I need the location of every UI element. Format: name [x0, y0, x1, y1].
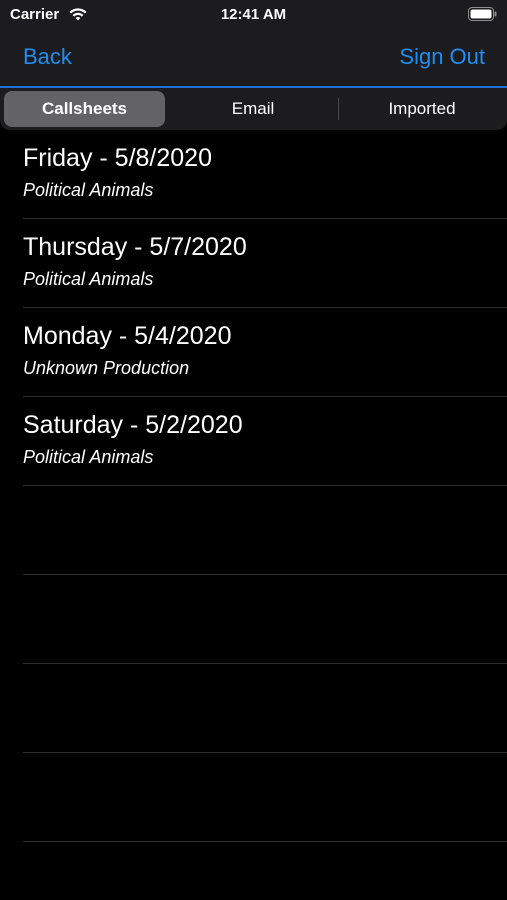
status-bar: Carrier 12:41 AM [0, 0, 507, 30]
battery-icon [468, 7, 497, 21]
row-separator [23, 841, 507, 842]
navigation-bar: Back Sign Out [0, 30, 507, 86]
production-name: Unknown Production [23, 358, 190, 378]
empty-row [0, 575, 507, 664]
list-item[interactable]: Monday - 5/4/2020 Unknown Production [0, 308, 507, 397]
empty-row [0, 753, 507, 842]
list-item[interactable]: Thursday - 5/7/2020 Political Animals [0, 219, 507, 308]
production-name: Political Animals [23, 447, 154, 467]
sign-out-button[interactable]: Sign Out [399, 44, 485, 70]
callsheet-date: Friday - 5/8/2020 [23, 144, 212, 172]
empty-row [0, 664, 507, 753]
production-name: Political Animals [23, 269, 154, 289]
callsheet-date: Thursday - 5/7/2020 [23, 233, 247, 261]
clock: 12:41 AM [220, 6, 287, 23]
callsheets-screen: Carrier 12:41 AM Back Sign Out Callsheet… [0, 0, 507, 900]
segment-imported[interactable]: Imported [340, 91, 504, 127]
list-item[interactable]: Saturday - 5/2/2020 Political Animals [0, 397, 507, 486]
back-button[interactable]: Back [23, 44, 72, 70]
callsheet-list: Friday - 5/8/2020 Political Animals Thur… [0, 130, 507, 842]
production-name: Political Animals [23, 180, 154, 200]
segment-email[interactable]: Email [170, 91, 336, 127]
list-item[interactable]: Friday - 5/8/2020 Political Animals [0, 130, 507, 219]
callsheet-date: Monday - 5/4/2020 [23, 322, 232, 350]
segment-callsheets[interactable]: Callsheets [4, 91, 165, 127]
callsheet-date: Saturday - 5/2/2020 [23, 411, 243, 439]
empty-row [0, 486, 507, 575]
segmented-control: Callsheets Email Imported [0, 88, 507, 130]
segment-separator [338, 98, 339, 120]
